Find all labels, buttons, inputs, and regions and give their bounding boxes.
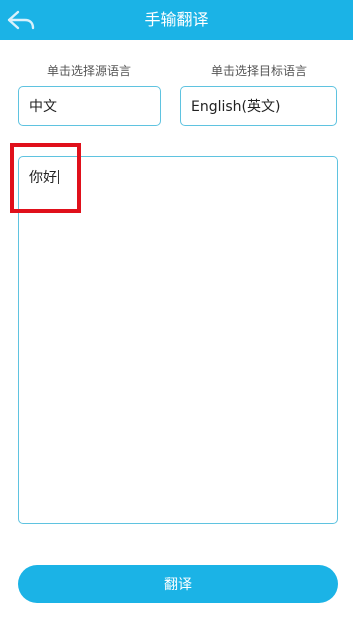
input-text: 你好 <box>29 170 57 186</box>
source-language-selector[interactable]: 中文 <box>18 86 161 126</box>
source-language-label: 单击选择源语言 <box>46 64 131 78</box>
target-language-selector[interactable]: English(英文) <box>180 86 337 126</box>
text-input-area[interactable]: 你好 <box>18 156 338 524</box>
translate-button[interactable]: 翻译 <box>18 565 338 603</box>
translate-button-label: 翻译 <box>164 577 192 593</box>
target-language-value: English(英文) <box>191 99 281 115</box>
source-language-value: 中文 <box>29 99 57 115</box>
app-screen: 手输翻译 单击选择源语言 单击选择目标语言 中文 English(英文) 你好 … <box>0 0 353 625</box>
page-title: 手输翻译 <box>144 10 209 29</box>
target-language-label: 单击选择目标语言 <box>210 64 307 78</box>
top-bar: 手输翻译 <box>0 0 353 40</box>
text-caret <box>58 170 59 184</box>
